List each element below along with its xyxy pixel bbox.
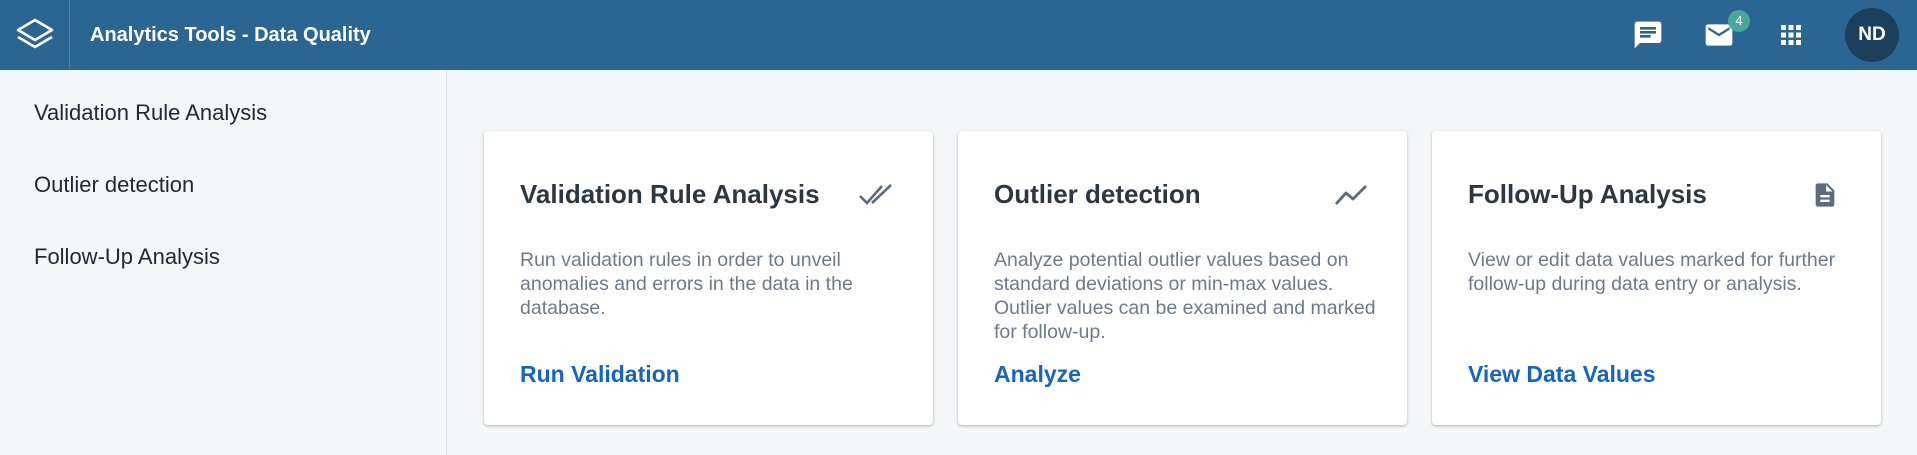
apps-grid-icon bbox=[1781, 25, 1801, 45]
card-follow-up-analysis: Follow-Up Analysis View or edit data val… bbox=[1432, 131, 1881, 425]
card-description: Run validation rules in order to unveil … bbox=[520, 249, 853, 319]
dhis2-logo-icon bbox=[16, 18, 53, 49]
analyze-link[interactable]: Analyze bbox=[994, 361, 1081, 388]
card-title: Outlier detection bbox=[994, 179, 1201, 209]
sidebar-item-follow-up-analysis[interactable]: Follow-Up Analysis bbox=[34, 244, 220, 270]
card-title: Validation Rule Analysis bbox=[520, 179, 820, 209]
user-avatar[interactable]: ND bbox=[1845, 8, 1899, 62]
interpretations-button[interactable] bbox=[1629, 16, 1667, 54]
app-logo[interactable] bbox=[0, 0, 70, 70]
chat-icon bbox=[1634, 21, 1662, 49]
header-bar: Analytics Tools - Data Quality 4 ND bbox=[0, 0, 1917, 70]
trending-line-icon bbox=[1331, 177, 1371, 213]
card-title: Follow-Up Analysis bbox=[1468, 179, 1707, 209]
mail-badge: 4 bbox=[1728, 10, 1750, 32]
run-validation-link[interactable]: Run Validation bbox=[520, 361, 680, 388]
sidebar-item-validation-rule-analysis[interactable]: Validation Rule Analysis bbox=[34, 100, 267, 126]
card-description: View or edit data values marked for furt… bbox=[1468, 249, 1836, 295]
sidebar: Validation Rule Analysis Outlier detecti… bbox=[0, 70, 447, 455]
apps-menu-button[interactable] bbox=[1772, 16, 1810, 54]
document-icon bbox=[1805, 177, 1845, 213]
double-check-icon bbox=[857, 177, 897, 213]
card-outlier-detection: Outlier detection Analyze potential outl… bbox=[958, 131, 1407, 425]
sidebar-item-outlier-detection[interactable]: Outlier detection bbox=[34, 172, 194, 198]
app-title: Analytics Tools - Data Quality bbox=[90, 24, 371, 46]
card-validation-rule-analysis: Validation Rule Analysis Run validation … bbox=[484, 131, 933, 425]
view-data-values-link[interactable]: View Data Values bbox=[1468, 361, 1656, 388]
card-description: Analyze potential outlier values based o… bbox=[994, 249, 1376, 343]
